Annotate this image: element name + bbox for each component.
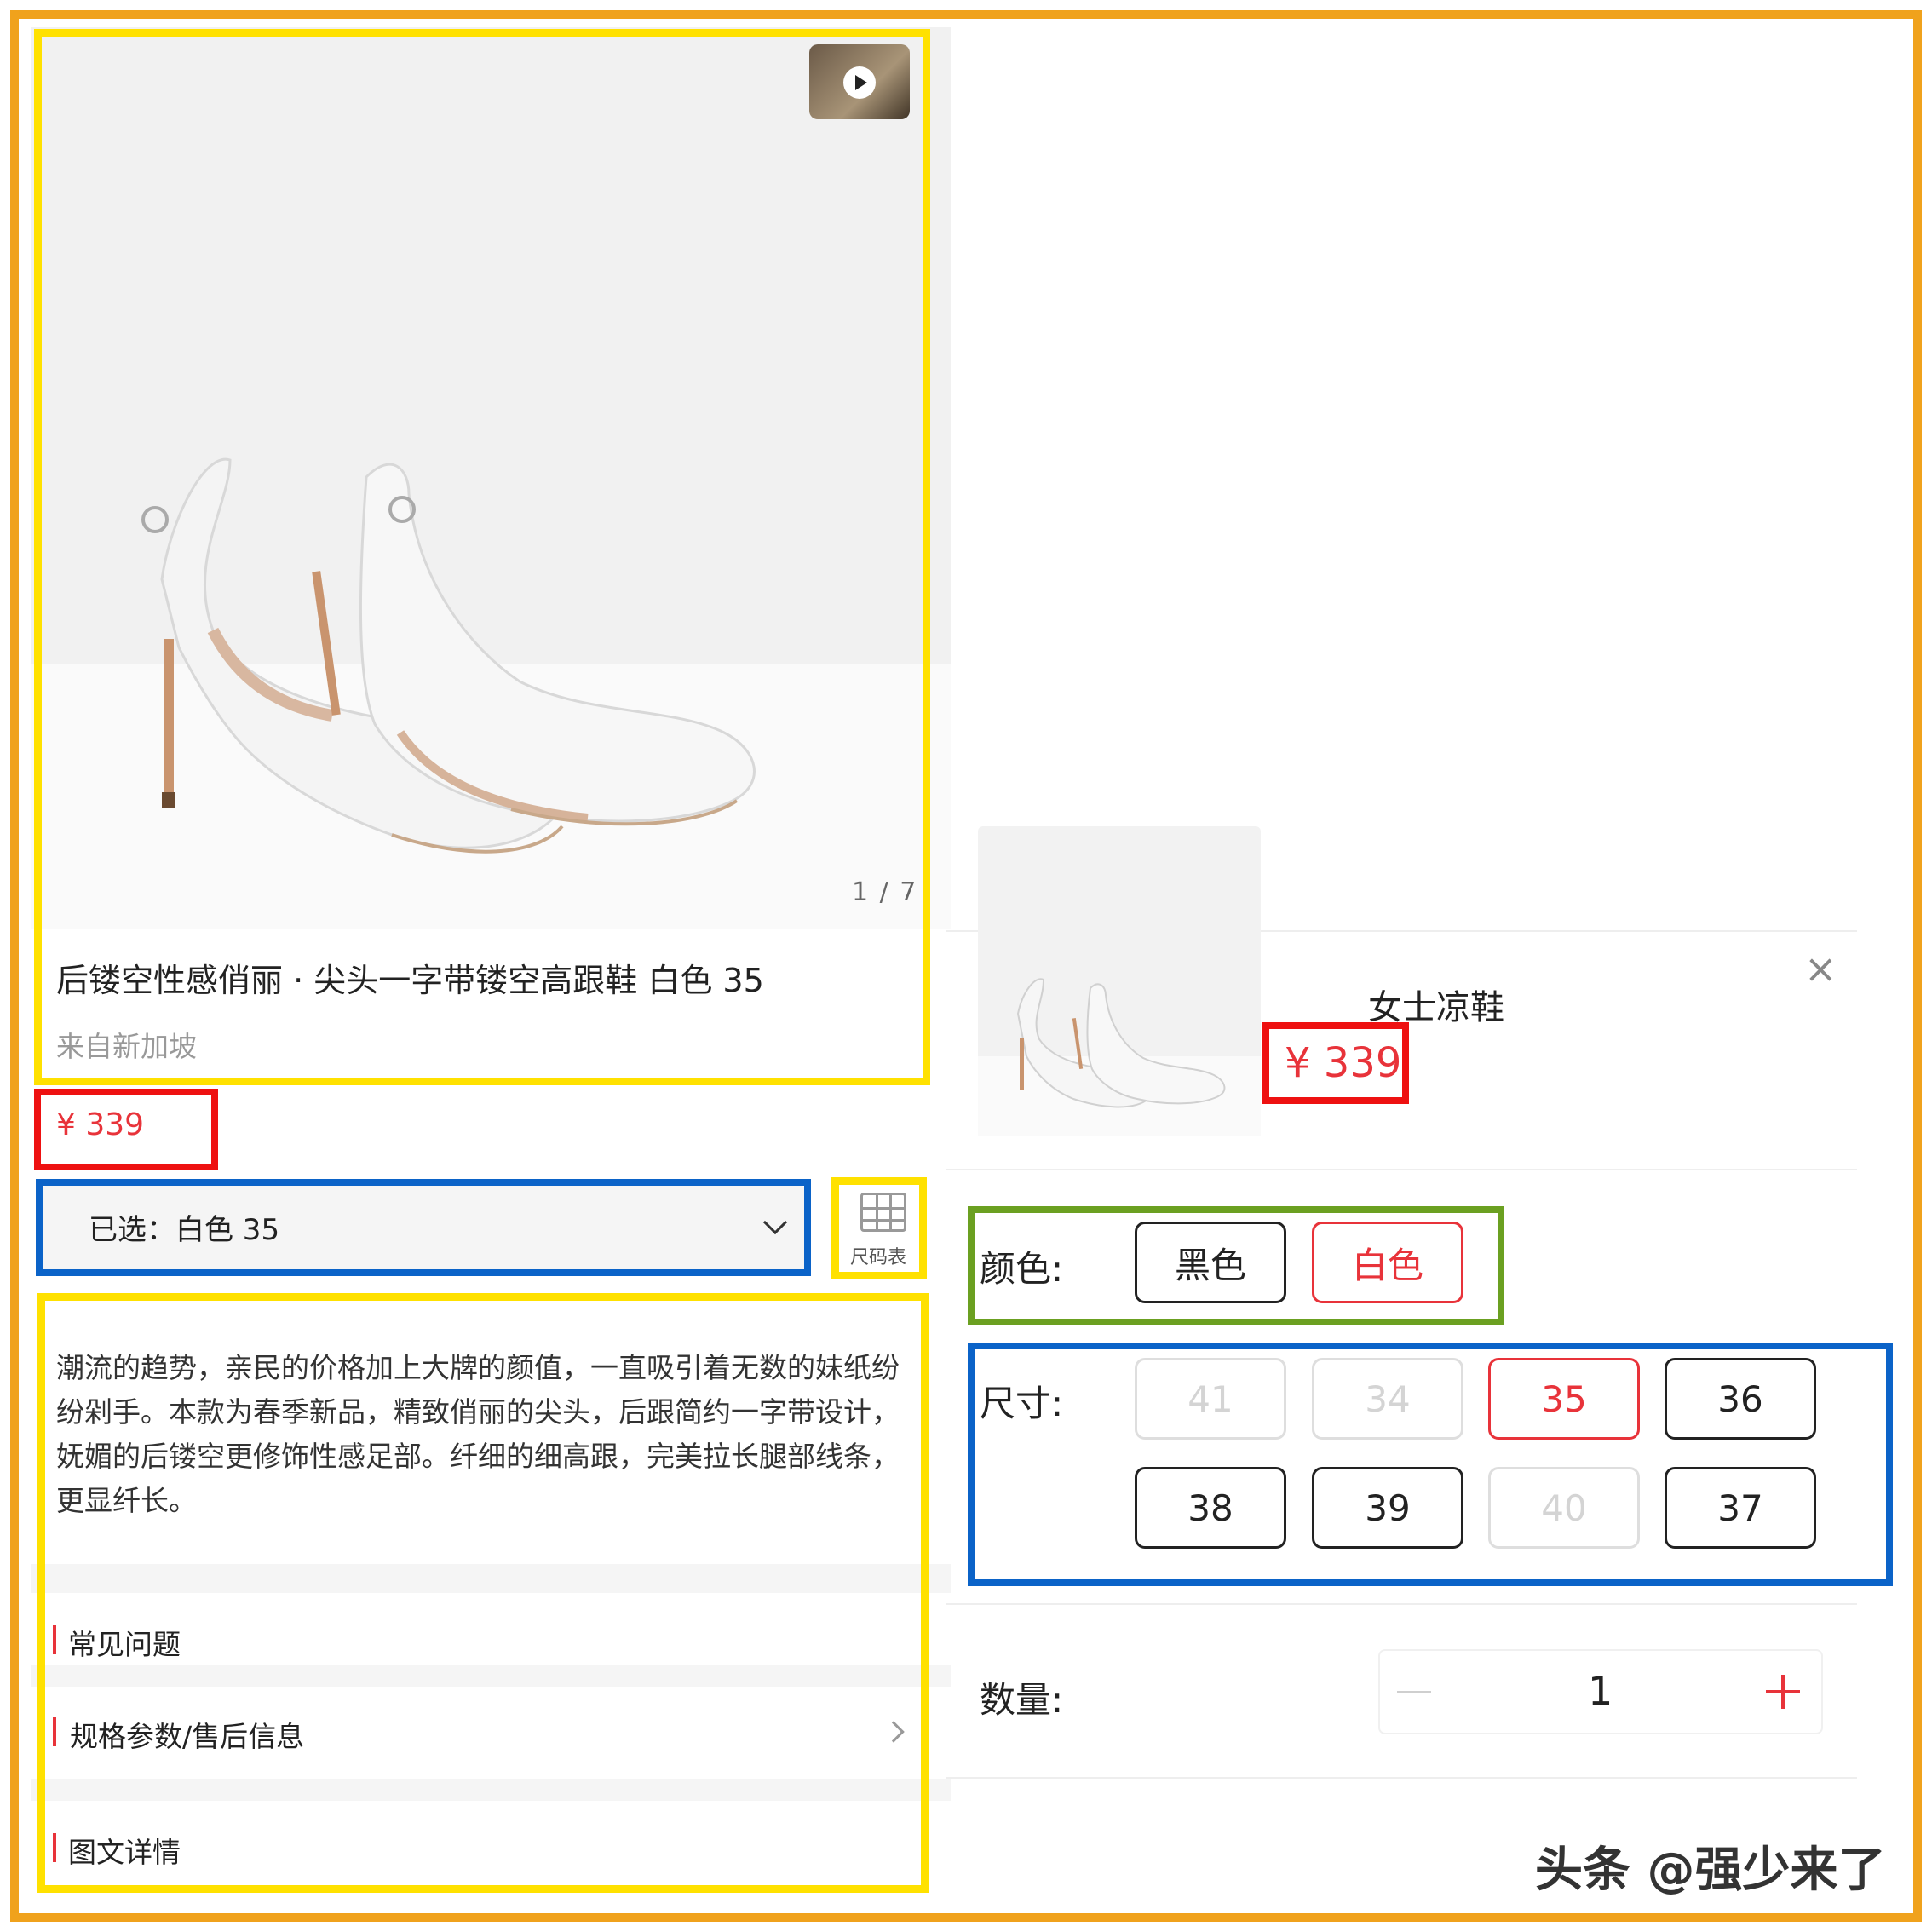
annotation-box-description (37, 1293, 929, 1893)
annotation-box-price (34, 1089, 218, 1170)
divider (946, 1777, 1857, 1779)
quantity-value[interactable]: 1 (1588, 1668, 1613, 1714)
annotation-box-size (968, 1343, 1893, 1586)
annotation-box-color (968, 1206, 1504, 1325)
thumbnail-shoe-illustration (1016, 978, 1226, 1108)
annotation-box-sheet-price (1262, 1022, 1409, 1104)
divider (946, 1169, 1857, 1170)
annotation-box-selection (36, 1179, 811, 1276)
quantity-label: 数量: (980, 1679, 1064, 1721)
divider (946, 1603, 1857, 1605)
close-icon[interactable]: × (1804, 946, 1837, 992)
watermark: 头条 @强少来了 (1535, 1843, 1886, 1898)
minus-icon[interactable] (1397, 1691, 1431, 1693)
plus-icon-stem[interactable] (1781, 1675, 1785, 1709)
annotation-box-product-info (34, 29, 930, 1085)
annotation-box-size-chart (831, 1177, 927, 1279)
